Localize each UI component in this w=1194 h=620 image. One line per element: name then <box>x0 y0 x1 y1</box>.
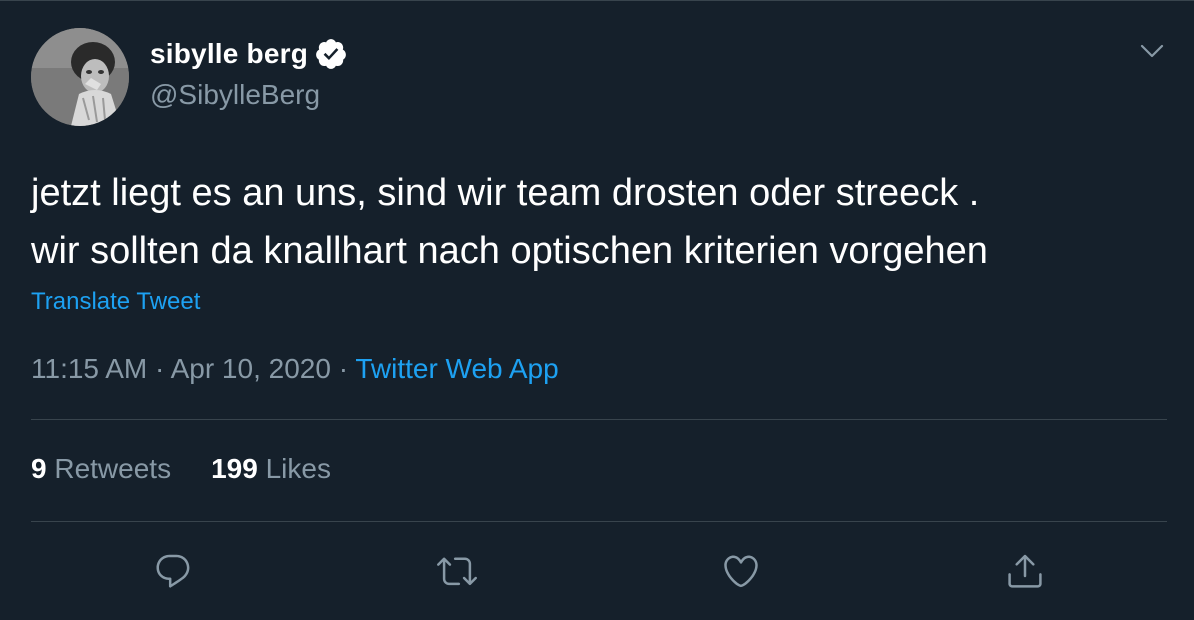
divider <box>31 419 1167 420</box>
reply-icon <box>156 554 190 588</box>
tweet-time[interactable]: 11:15 AM <box>31 353 147 384</box>
verified-badge-icon <box>314 37 348 71</box>
avatar-image <box>31 28 129 126</box>
tweet-text-line: jetzt liegt es an uns, sind wir team dro… <box>31 172 980 214</box>
retweet-button[interactable] <box>435 549 479 593</box>
tweet-metadata: 11:15 AM · Apr 10, 2020 · Twitter Web Ap… <box>31 353 559 385</box>
share-icon <box>1008 554 1042 588</box>
retweets-count: 9 <box>31 453 47 484</box>
tweet-detail: sibylle berg @SibylleBerg jetzt liegt es… <box>0 0 1194 620</box>
meta-separator: · <box>155 353 165 384</box>
likes-stat[interactable]: 199 Likes <box>211 453 331 485</box>
likes-count: 199 <box>211 453 258 484</box>
tweet-text-line: wir sollten da knallhart nach optischen … <box>31 230 988 272</box>
likes-label: Likes <box>265 453 331 484</box>
reply-button[interactable] <box>151 549 195 593</box>
retweet-icon <box>437 557 477 586</box>
tweet-actions <box>0 549 1194 593</box>
author-handle[interactable]: @SibylleBerg <box>150 79 320 111</box>
like-button[interactable] <box>719 549 763 593</box>
tweet-text: jetzt liegt es an uns, sind wir team dro… <box>31 164 1171 280</box>
retweets-label: Retweets <box>54 453 172 484</box>
heart-icon <box>724 555 758 588</box>
tweet-source-link[interactable]: Twitter Web App <box>355 353 558 384</box>
chevron-down-icon[interactable] <box>1138 37 1166 65</box>
meta-separator: · <box>338 353 349 384</box>
share-button[interactable] <box>1003 549 1047 593</box>
divider <box>31 521 1167 522</box>
avatar[interactable] <box>31 28 129 126</box>
tweet-stats: 9 Retweets 199 Likes <box>31 453 331 485</box>
translate-tweet-link[interactable]: Translate Tweet <box>31 288 200 316</box>
display-name[interactable]: sibylle berg <box>150 38 308 70</box>
tweet-date[interactable]: Apr 10, 2020 <box>171 353 331 384</box>
retweets-stat[interactable]: 9 Retweets <box>31 453 171 485</box>
author-name-row: sibylle berg <box>150 37 348 71</box>
